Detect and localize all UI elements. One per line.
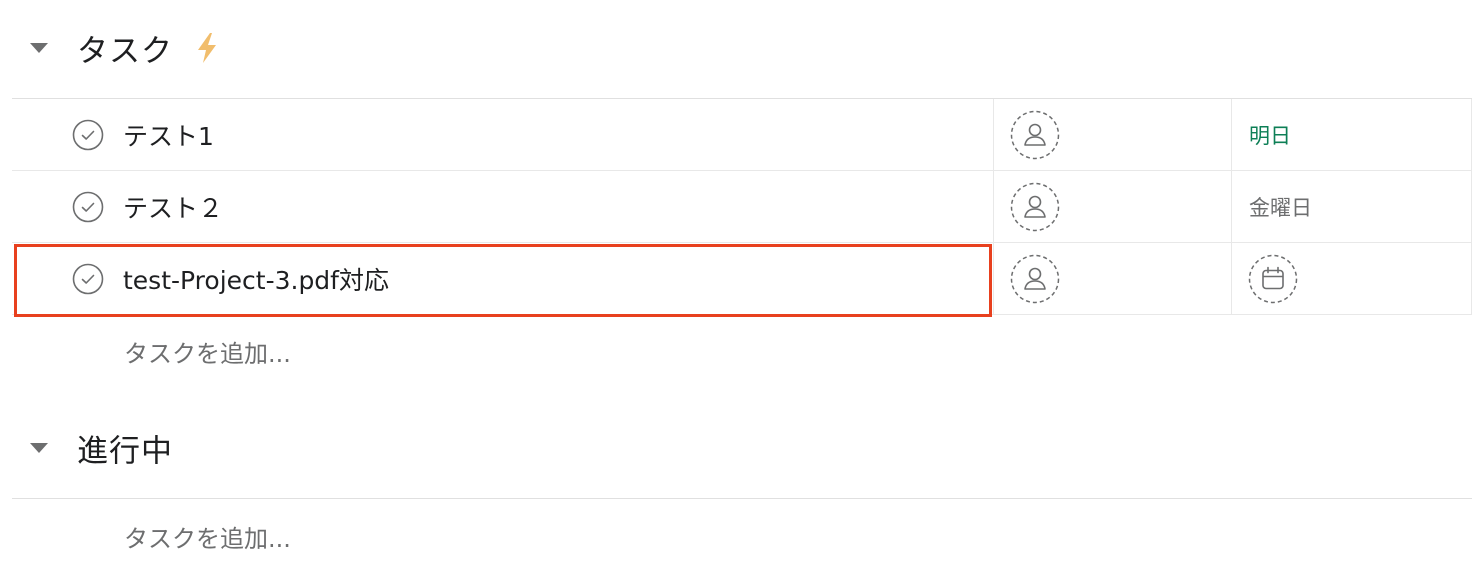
caret-down-icon[interactable] xyxy=(30,43,48,53)
section-title[interactable]: タスク xyxy=(77,26,173,71)
check-circle-icon[interactable] xyxy=(72,191,104,223)
task-name-cell[interactable]: テスト２ xyxy=(12,171,993,242)
task-name[interactable]: テスト1 xyxy=(123,117,214,153)
caret-down-icon[interactable] xyxy=(30,443,48,453)
project-list-view: タスク テスト1 明日 テスト２ 金曜日 test-Project-3.pdf対… xyxy=(0,0,1472,588)
section-header-tasks: タスク xyxy=(0,18,1472,78)
due-date-cell[interactable] xyxy=(1231,243,1472,314)
calendar-icon[interactable] xyxy=(1248,254,1298,304)
task-name-cell[interactable]: test-Project-3.pdf対応 xyxy=(12,243,993,314)
section-divider xyxy=(12,498,1472,499)
task-table: テスト1 明日 テスト２ 金曜日 test-Project-3.pdf対応 xyxy=(12,99,1472,317)
task-name-cell[interactable]: テスト1 xyxy=(12,99,993,170)
task-row[interactable]: テスト1 明日 xyxy=(12,99,1472,171)
task-name[interactable]: テスト２ xyxy=(123,189,223,225)
check-circle-icon[interactable] xyxy=(72,119,104,151)
section-header-in-progress: 進行中 xyxy=(0,418,1472,478)
task-row[interactable]: テスト２ 金曜日 xyxy=(12,171,1472,243)
person-placeholder-icon[interactable] xyxy=(1010,254,1060,304)
assignee-cell[interactable] xyxy=(993,171,1231,242)
due-date-text[interactable]: 明日 xyxy=(1249,120,1291,150)
assignee-cell[interactable] xyxy=(993,99,1231,170)
task-row-selected[interactable]: test-Project-3.pdf対応 xyxy=(12,243,1472,317)
due-date-cell[interactable]: 明日 xyxy=(1231,99,1472,170)
due-date-text[interactable]: 金曜日 xyxy=(1249,192,1312,222)
add-task-button[interactable]: タスクを追加... xyxy=(124,519,291,554)
task-name[interactable]: test-Project-3.pdf対応 xyxy=(123,261,389,297)
section-title[interactable]: 進行中 xyxy=(77,426,173,471)
check-circle-icon[interactable] xyxy=(72,263,104,295)
due-date-cell[interactable]: 金曜日 xyxy=(1231,171,1472,242)
lightning-bolt-icon[interactable] xyxy=(192,31,222,65)
person-placeholder-icon[interactable] xyxy=(1010,110,1060,160)
add-task-button[interactable]: タスクを追加... xyxy=(124,334,291,369)
person-placeholder-icon[interactable] xyxy=(1010,182,1060,232)
assignee-cell[interactable] xyxy=(993,243,1231,314)
